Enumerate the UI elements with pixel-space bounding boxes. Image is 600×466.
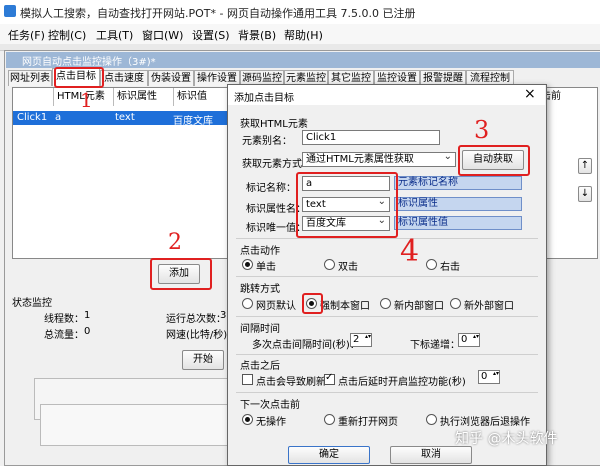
section-click-action: 点击动作 (240, 246, 280, 257)
unique-hint: 标识属性值 (394, 216, 522, 230)
divider (236, 392, 538, 393)
refresh-label: 点击会导致刷新 (256, 377, 326, 388)
annotation-1: 1 (80, 88, 93, 112)
menu-tools[interactable]: 工具(T) (96, 27, 133, 43)
annotation-box-fields (296, 172, 398, 238)
menu-help[interactable]: 帮助(H) (284, 27, 323, 43)
menu-settings[interactable]: 设置(S) (192, 27, 230, 43)
divider (236, 276, 538, 277)
menu-task[interactable]: 任务(F) (8, 27, 45, 43)
grid-header-before[interactable]: 击前 (541, 88, 581, 106)
run-count-label: 运行总次数： (166, 314, 226, 325)
delay-checkbox[interactable] (324, 372, 335, 385)
section-next-click: 下一次点击前 (240, 400, 300, 411)
new-inner-window-label: 新内部窗口 (394, 301, 444, 312)
radio-new-inner-window[interactable] (380, 298, 391, 309)
section-jump: 跳转方式 (240, 284, 280, 295)
table-row[interactable]: Click1 a text 百度文库 (13, 111, 233, 127)
delay-stepper[interactable]: 0 (478, 370, 500, 384)
ok-button[interactable]: 确定 (288, 446, 370, 464)
force-same-window-label: 强制本窗口 (320, 301, 370, 312)
tab-url-list[interactable]: 网址列表 (8, 70, 52, 86)
browser-back-label: 执行浏览器后退操作 (440, 417, 530, 428)
grid-header-attr[interactable]: 标识属性 (115, 88, 174, 106)
annotation-4: 4 (400, 234, 420, 269)
annotation-box-radio (302, 293, 323, 314)
radio-double-click[interactable] (324, 259, 335, 270)
double-click-label: 双击 (338, 262, 358, 273)
refresh-checkbox[interactable] (242, 374, 253, 385)
radio-page-default[interactable] (242, 298, 253, 309)
row-element: a (55, 112, 62, 123)
menu-bar: 任务(F) 控制(C) 工具(T) 窗口(W) 设置(S) 背景(B) 帮助(H… (0, 24, 600, 44)
traffic-value: 0 (84, 326, 91, 337)
inner-window-titlebar: 网页自动点击监控操作（3#)* (6, 52, 600, 68)
tab-disguise[interactable]: 伪装设置 (148, 70, 194, 86)
section-after-click: 点击之后 (240, 361, 280, 372)
attr-hint: 标识属性 (394, 197, 522, 211)
inner-window-title: 网页自动点击监控操作（3#)* (22, 57, 156, 68)
dialog-titlebar: 添加点击目标 × (228, 85, 545, 105)
cancel-button[interactable]: 取消 (390, 446, 472, 464)
traffic-label: 总流量： (44, 330, 84, 341)
watermark: 知乎 @木头软件 (455, 431, 558, 447)
section-get-element: 获取HTML元素 (240, 119, 308, 130)
grid-corner (13, 88, 54, 106)
annotation-3: 3 (474, 116, 490, 144)
alias-input[interactable]: Click1 (302, 130, 440, 145)
thread-value: 1 (84, 310, 91, 321)
annotation-box-add (150, 258, 212, 290)
background-window-2 (40, 404, 228, 446)
menu-control[interactable]: 控制(C) (48, 27, 86, 43)
menu-background[interactable]: 背景(B) (238, 27, 276, 43)
depth-stepper[interactable]: 0 (458, 333, 480, 347)
start-button[interactable]: 开始 (182, 350, 224, 370)
alias-label: 元素别名： (242, 136, 292, 147)
annotation-box-auto (458, 145, 530, 176)
app-title: 模拟人工搜索，自动查找打开网站.POT* - 网页自动操作通用工具 7.5.0.… (20, 7, 416, 20)
depth-label: 下标递增： (410, 340, 460, 351)
radio-browser-back[interactable] (426, 414, 437, 425)
delay-label: 点击后延时开启监控功能(秒) (338, 377, 466, 388)
reopen-page-label: 重新打开网页 (338, 417, 398, 428)
move-up-button[interactable]: ↑ (578, 158, 592, 174)
menu-window[interactable]: 窗口(W) (142, 27, 183, 43)
row-attr: text (115, 112, 135, 123)
radio-no-action[interactable] (242, 414, 253, 425)
move-down-button[interactable]: ↓ (578, 186, 592, 202)
speed-label: 网速(比特/秒) (166, 330, 228, 341)
annotation-2: 2 (168, 230, 182, 255)
radio-single-click[interactable] (242, 259, 253, 270)
close-icon[interactable]: × (524, 86, 536, 102)
row-value: 百度文库 (173, 116, 213, 127)
method-select[interactable]: 通过HTML元素属性获取 (302, 152, 456, 167)
radio-new-outer-window[interactable] (450, 298, 461, 309)
interval-label: 多次点击间隔时间(秒)： (252, 340, 360, 351)
new-outer-window-label: 新外部窗口 (464, 301, 514, 312)
tab-click-speed[interactable]: 点击速度 (100, 70, 148, 86)
status-heading: 状态监控 (12, 298, 52, 309)
single-click-label: 单击 (256, 262, 276, 273)
divider (236, 316, 538, 317)
dialog-title: 添加点击目标 (234, 93, 294, 104)
radio-reopen-page[interactable] (324, 414, 335, 425)
annotation-box-tab (54, 67, 104, 88)
app-icon (4, 5, 16, 17)
radio-right-click[interactable] (426, 259, 437, 270)
title-bar: 模拟人工搜索，自动查找打开网站.POT* - 网页自动操作通用工具 7.5.0.… (0, 0, 600, 25)
right-click-label: 右击 (440, 262, 460, 273)
interval-stepper[interactable]: 2 (350, 333, 372, 347)
section-interval: 间隔时间 (240, 324, 280, 335)
divider (236, 238, 538, 239)
tag-label: 标记名称： (246, 183, 296, 194)
no-action-label: 无操作 (256, 417, 286, 428)
page-default-label: 网页默认 (256, 301, 296, 312)
tag-hint: 元素标记名称 (394, 176, 522, 190)
run-count-value: 3 (220, 310, 227, 321)
divider (236, 354, 538, 355)
row-name: Click1 (17, 112, 48, 123)
thread-label: 线程数： (44, 314, 84, 325)
grid-header-value[interactable]: 标识值 (175, 88, 234, 106)
